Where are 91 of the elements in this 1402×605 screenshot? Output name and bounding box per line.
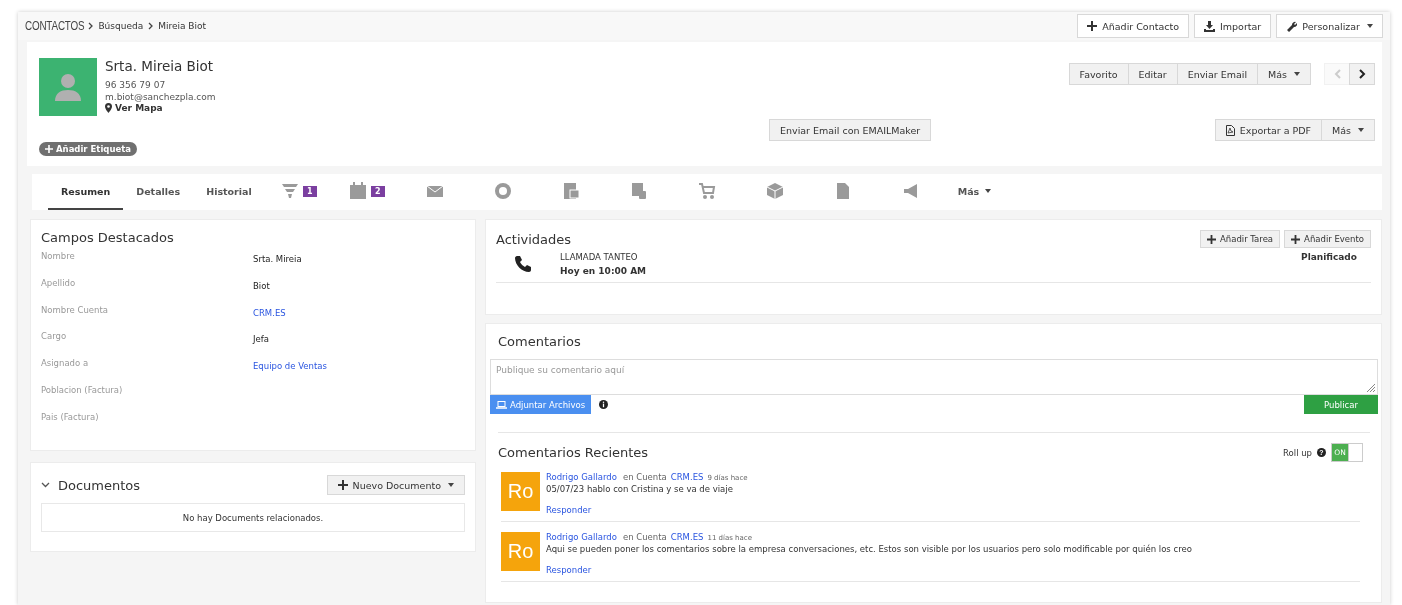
panel-title: Campos Destacados	[41, 230, 175, 245]
laptop-icon	[496, 400, 507, 409]
export-button[interactable]: Exportar a PDF	[1214, 119, 1323, 141]
panel-title: Comentarios	[497, 334, 582, 351]
field-link[interactable]: CRM.ES	[253, 304, 286, 332]
tab[interactable]: Resumen	[48, 174, 124, 210]
map-pin-icon	[105, 103, 112, 113]
new-document-button[interactable]: Nuevo Documento	[326, 475, 465, 495]
info-icon[interactable]	[599, 400, 609, 409]
reply-link[interactable]: Responder	[546, 565, 592, 575]
activity-time: Hoy en 10:00 AM	[560, 266, 648, 276]
person-icon	[53, 72, 83, 102]
comment-context: en Cuenta	[622, 472, 667, 482]
export-button[interactable]: Más	[1321, 119, 1375, 141]
cart-icon	[697, 182, 716, 200]
plus-icon	[45, 145, 53, 153]
contact-phone: 96 356 79 07	[105, 79, 167, 91]
author-link[interactable]: Rodrigo Gallardo	[546, 472, 617, 482]
tab[interactable]: Detalles	[123, 174, 194, 210]
plus-icon	[1291, 234, 1301, 244]
comment-context: en Cuenta	[622, 532, 667, 542]
plus-icon	[337, 480, 348, 490]
comment-text: Aqui se pueden poner los comentarios sobre la empresa conversaciones, etc. Estos son visible por los usuarios pero solo modificable por quién los creo	[546, 544, 1192, 554]
document-icon	[561, 182, 580, 200]
panel-title: Actividades	[496, 231, 572, 247]
lifebuoy-icon	[493, 182, 512, 200]
record-action-button[interactable]: Favorito	[1068, 63, 1129, 85]
roll-up-label: Roll up	[1283, 447, 1312, 458]
chevron-right-icon	[148, 22, 154, 30]
field-label: Nombre	[41, 251, 76, 263]
record-action-button[interactable]: Enviar Email	[1176, 63, 1259, 85]
contact-name: Srta. Mireia Biot	[105, 58, 215, 74]
avatar: Ro	[501, 532, 540, 571]
field-label: Cargo	[41, 331, 68, 344]
toolbar-button[interactable]: Importar	[1194, 14, 1272, 38]
field-label: Poblacion (Factura)	[41, 385, 124, 397]
contact-email: m.biot@sanchezpla.com	[105, 91, 216, 103]
count-badge: 2	[370, 185, 385, 197]
icon-tab[interactable]: 2	[332, 174, 401, 210]
megaphone-icon	[901, 182, 920, 200]
field-value: Jefa	[253, 333, 269, 347]
avatar: Ro	[501, 472, 540, 511]
icon-tab[interactable]: 1	[264, 174, 333, 210]
account-link[interactable]: CRM.ES	[670, 472, 704, 482]
chevron-icon[interactable]	[41, 482, 50, 488]
more-tab[interactable]: Más	[944, 174, 1005, 210]
record-action-button[interactable]: Editar	[1127, 63, 1178, 85]
count-badge: 1	[302, 185, 317, 197]
map-link[interactable]: Ver Mapa	[105, 103, 163, 113]
breadcrumb-item[interactable]: Mireia Biot	[158, 21, 207, 31]
empty-message: No hay Documents relacionados.	[41, 503, 465, 532]
account-link[interactable]: CRM.ES	[670, 532, 704, 542]
module-title[interactable]: CONTACTOS	[25, 19, 85, 33]
chevron-left-icon	[1333, 69, 1341, 79]
field-label: Asignado a	[41, 358, 90, 371]
field-label: Pais (Factura)	[41, 411, 100, 424]
tab[interactable]: Historial	[193, 174, 265, 210]
funnel-icon	[280, 182, 299, 200]
field-label: Apellido	[41, 277, 77, 290]
breadcrumb-item[interactable]: Búsqueda	[98, 21, 144, 31]
wrench-icon	[1286, 20, 1298, 32]
box-icon	[765, 182, 784, 200]
download-icon	[1204, 20, 1215, 32]
toolbar-button[interactable]: Personalizar	[1276, 14, 1383, 38]
chevron-right-icon	[88, 22, 94, 30]
add-tag-button[interactable]: Añadir Etiqueta	[39, 142, 137, 156]
next-button[interactable]	[1349, 63, 1375, 85]
field-label: Nombre Cuenta	[41, 304, 109, 317]
record-action-button[interactable]: Más	[1257, 63, 1311, 85]
field-value: Srta. Mireia	[253, 253, 302, 266]
toolbar-button[interactable]: Añadir Contacto	[1077, 14, 1189, 38]
pdf-file-icon	[1225, 124, 1235, 136]
comment-field[interactable]: Publique su comentario aquí	[490, 359, 1378, 395]
chevron-right-icon	[1358, 69, 1366, 79]
add-button[interactable]: Añadir Evento	[1284, 230, 1371, 248]
comment-text: 05/07/23 hablo con Cristina y se va de viaje	[546, 484, 734, 494]
calendar-icon	[348, 182, 367, 200]
resize-grip-icon[interactable]	[1366, 383, 1376, 393]
field-link[interactable]: Equipo de Ventas	[253, 358, 327, 385]
emailmaker-button[interactable]: Enviar Email con EMAILMaker	[769, 119, 932, 141]
section-title: Comentarios Recientes	[498, 445, 649, 460]
add-button[interactable]: Añadir Tarea	[1199, 230, 1281, 248]
phone-icon	[514, 255, 532, 273]
field-value: Biot	[253, 279, 270, 293]
plus-icon	[1087, 21, 1098, 31]
reply-link[interactable]: Responder	[546, 505, 592, 515]
activity-type: LLAMADA TANTEO	[560, 252, 639, 262]
plus-icon	[1206, 234, 1216, 244]
author-link[interactable]: Rodrigo Gallardo	[546, 532, 617, 542]
panel-title: Documentos	[58, 477, 142, 493]
activity-status: Planificado	[1301, 252, 1358, 262]
